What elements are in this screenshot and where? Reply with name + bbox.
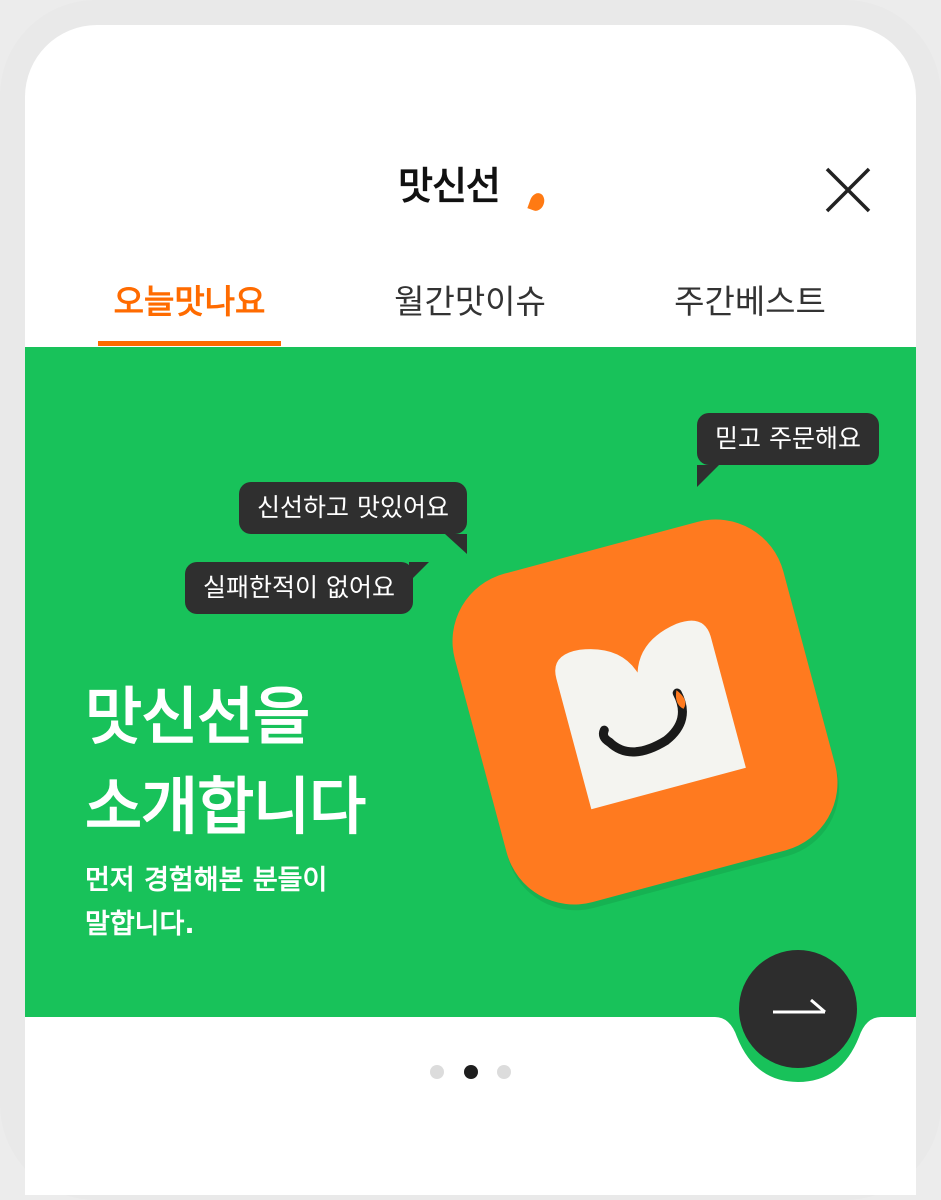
app-screen: 맛신선 오늘맛나요 월간맛이슈 주간베스트 믿고 주문해요 신선하고 맛있어요 [25, 25, 916, 1195]
bubble-text: 믿고 주문해요 [715, 424, 861, 453]
close-icon [825, 167, 871, 213]
bubble-text: 신선하고 맛있어요 [257, 493, 449, 522]
phone-frame: 맛신선 오늘맛나요 월간맛이슈 주간베스트 믿고 주문해요 신선하고 맛있어요 [0, 0, 941, 1200]
speech-bubble-fresh: 신선하고 맛있어요 [239, 482, 467, 554]
banner-subtitle-line1: 먼저 경험해본 분들이 [85, 865, 328, 896]
close-button[interactable] [823, 165, 873, 215]
active-tab-indicator [98, 341, 281, 346]
tab-bar: 오늘맛나요 월간맛이슈 주간베스트 [25, 265, 916, 347]
tab-monthly[interactable]: 월간맛이슈 [375, 275, 565, 347]
speech-bubble-trust: 믿고 주문해요 [697, 413, 879, 487]
carousel-dot[interactable] [430, 1065, 444, 1079]
logo-accent-dot [527, 191, 547, 213]
tab-today[interactable]: 오늘맛나요 [98, 275, 281, 347]
banner-title-line1: 맛신선을 [85, 680, 310, 753]
banner-subtitle-line2: 말합니다. [85, 909, 195, 940]
banner-title: 맛신선을 소개합니다 [85, 672, 366, 852]
tab-weekly-best[interactable]: 주간베스트 [655, 275, 845, 347]
arrow-right-icon [773, 998, 826, 1014]
intro-banner[interactable]: 믿고 주문해요 신선하고 맛있어요 실패한적이 없어요 맛신선을 소개합니다 먼… [25, 347, 916, 1017]
carousel-dot-active[interactable] [464, 1065, 478, 1079]
speech-bubble-no-fail: 실패한적이 없어요 [185, 562, 429, 614]
header: 맛신선 [25, 25, 916, 265]
app-icon-illustration [436, 503, 854, 921]
banner-title-line2: 소개합니다 [85, 770, 366, 843]
carousel-dot[interactable] [497, 1065, 511, 1079]
next-slide-button[interactable] [739, 950, 857, 1068]
bubble-text: 실패한적이 없어요 [203, 573, 395, 602]
banner-subtitle: 먼저 경험해본 분들이 말합니다. [85, 859, 327, 947]
book-smile-icon [555, 620, 746, 810]
app-logo: 맛신선 [398, 163, 501, 208]
